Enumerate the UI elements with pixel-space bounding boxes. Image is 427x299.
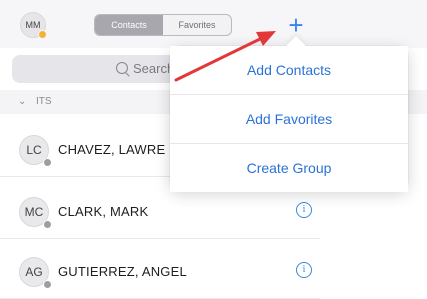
annotation-arrow-icon xyxy=(174,31,276,82)
